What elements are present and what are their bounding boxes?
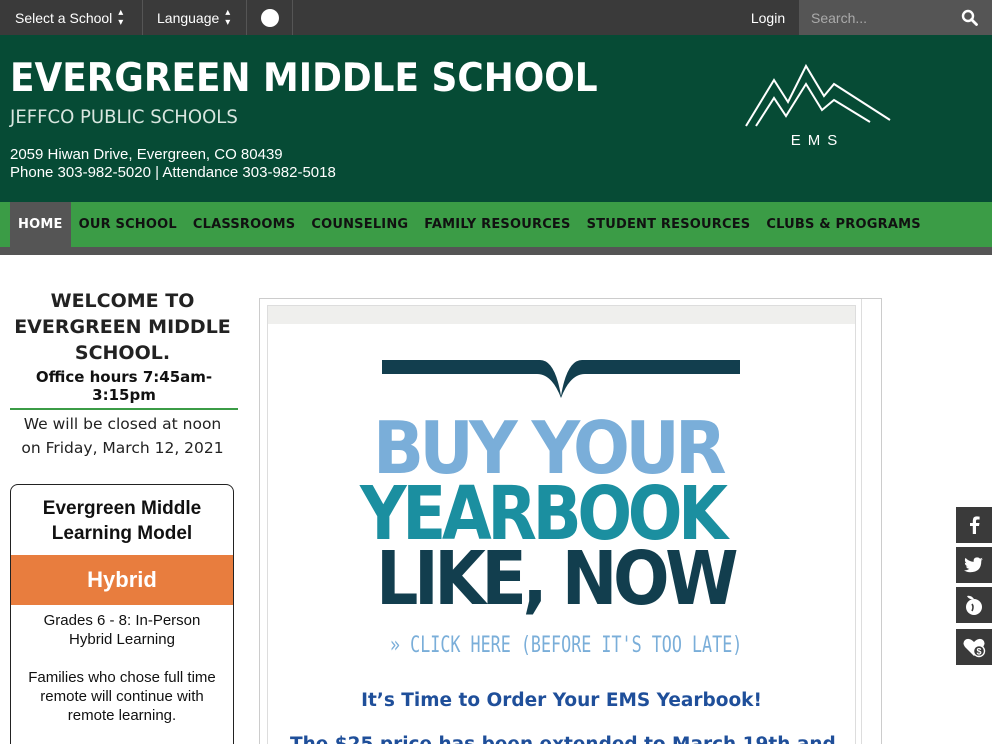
- svg-text:$: $: [976, 647, 981, 657]
- order-heading: It’s Time to Order Your EMS Yearbook!: [361, 690, 762, 711]
- grades-line: Grades 6 - 8: In-Person: [43, 612, 201, 629]
- search-icon[interactable]: [961, 9, 978, 26]
- nav-item-student-resources[interactable]: STUDENT RESOURCES: [579, 202, 759, 247]
- phone-line: Phone 303-982-5020 | Attendance 303-982-…: [10, 164, 336, 181]
- facebook-button[interactable]: [956, 507, 992, 543]
- welcome-line: WELCOME TO: [50, 290, 195, 312]
- donate-icon: $: [963, 638, 986, 658]
- panel-header-band: [268, 306, 855, 324]
- nav-item-home[interactable]: HOME: [10, 202, 71, 247]
- closure-line: on Friday, March 12, 2021: [21, 439, 224, 457]
- search-box: [800, 0, 992, 35]
- families-line: remote learning.: [67, 707, 177, 724]
- utility-bar: Select a School ▴ ▾ Language ▴ ▾ + Login: [0, 0, 992, 35]
- open-book-icon: [382, 360, 740, 398]
- welcome-heading: WELCOME TO EVERGREEN MIDDLE SCHOOL.: [10, 288, 235, 366]
- peachjar-button[interactable]: [956, 587, 992, 623]
- nav-item-our-school[interactable]: OUR SCHOOL: [71, 202, 185, 247]
- nav-item-clubs-programs[interactable]: CLUBS & PROGRAMS: [758, 202, 928, 247]
- language-label: Language: [157, 9, 220, 26]
- main-nav: HOME OUR SCHOOL CLASSROOMS COUNSELING FA…: [0, 202, 992, 247]
- office-hours: Office hours 7:45am-3:15pm: [10, 368, 238, 410]
- title-line: Evergreen Middle: [42, 498, 202, 519]
- logo-text: EMS: [790, 132, 845, 149]
- login-label: Login: [750, 9, 786, 26]
- updown-caret-icon: ▴ ▾: [118, 6, 124, 28]
- mountains-logo-icon: [745, 63, 891, 127]
- twitter-icon: [964, 557, 983, 573]
- updown-caret-icon: ▴ ▾: [225, 6, 231, 28]
- district-name: JEFFCO PUBLIC SCHOOLS: [10, 106, 238, 128]
- nav-item-family-resources[interactable]: FAMILY RESOURCES: [416, 202, 578, 247]
- site-header: EVERGREEN MIDDLE SCHOOL JEFFCO PUBLIC SC…: [0, 35, 992, 202]
- title-line: Learning Model: [51, 523, 193, 544]
- peachjar-icon: [966, 595, 982, 615]
- school-logo[interactable]: EMS: [740, 60, 895, 160]
- contact-info: 2059 Hiwan Drive, Evergreen, CO 80439 Ph…: [10, 146, 336, 182]
- nav-divider: [0, 247, 992, 255]
- address-line: 2059 Hiwan Drive, Evergreen, CO 80439: [10, 146, 283, 163]
- twitter-button[interactable]: [956, 547, 992, 583]
- learning-model-status: Hybrid: [11, 555, 233, 605]
- welcome-line: SCHOOL.: [74, 342, 171, 364]
- login-link[interactable]: Login: [737, 0, 800, 35]
- families-line: remote will continue with: [40, 688, 204, 705]
- plus-circle-icon: +: [260, 8, 279, 27]
- grades-line: Hybrid Learning: [69, 631, 175, 648]
- learning-model-title: Evergreen Middle Learning Model: [11, 496, 233, 546]
- nav-item-counseling[interactable]: COUNSELING: [303, 202, 416, 247]
- add-button[interactable]: +: [247, 0, 293, 35]
- closure-notice: We will be closed at noon on Friday, Mar…: [10, 412, 235, 460]
- select-school-dropdown[interactable]: Select a School ▴ ▾: [0, 0, 143, 35]
- nav-item-classrooms[interactable]: CLASSROOMS: [185, 202, 303, 247]
- grades-info: Grades 6 - 8: In-Person Hybrid Learning: [11, 611, 233, 649]
- banner-line-likenow[interactable]: LIKE, NOW: [376, 542, 739, 616]
- school-name[interactable]: EVERGREEN MIDDLE SCHOOL: [10, 56, 598, 101]
- donate-button[interactable]: $: [956, 629, 992, 665]
- language-dropdown[interactable]: Language ▴ ▾: [143, 0, 247, 35]
- facebook-icon: [970, 516, 980, 534]
- search-input[interactable]: [800, 0, 950, 35]
- panel-divider: [861, 299, 862, 744]
- families-info: Families who chose full time remote will…: [11, 668, 233, 725]
- welcome-line: EVERGREEN MIDDLE: [14, 316, 231, 338]
- select-school-label: Select a School: [15, 9, 113, 26]
- price-extension-text: The $25 price has been extended to March…: [290, 734, 836, 744]
- closure-line: We will be closed at noon: [23, 415, 222, 433]
- learning-model-card: Evergreen Middle Learning Model Hybrid G…: [10, 484, 234, 744]
- families-line: Families who chose full time: [28, 669, 216, 686]
- yearbook-order-link[interactable]: » CLICK HERE (BEFORE IT'S TOO LATE): [390, 633, 742, 658]
